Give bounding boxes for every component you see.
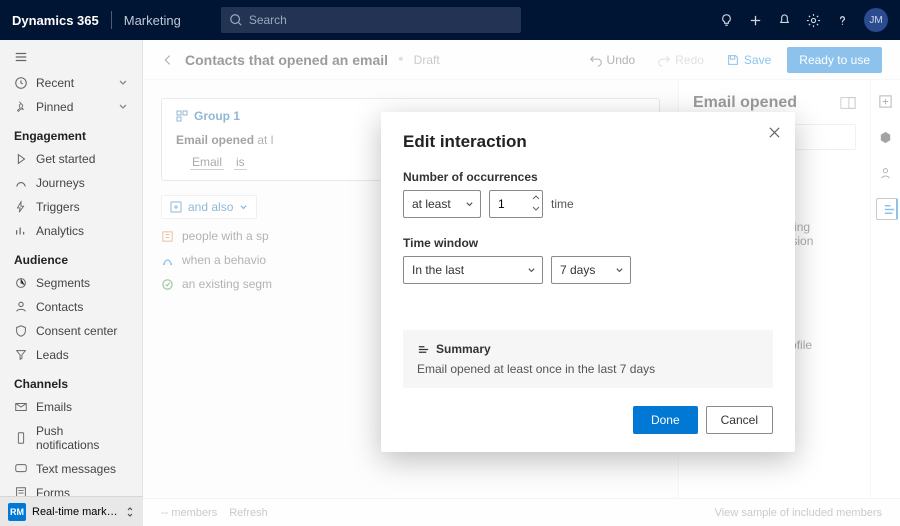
nav-pinned[interactable]: Pinned [0,95,142,119]
nav-label: Analytics [36,224,84,238]
chevron-down-icon [465,200,474,209]
nav-emails[interactable]: Emails [0,395,142,419]
chevron-down-icon [527,266,536,275]
summary-box: Summary Email opened at least once in th… [403,330,773,388]
nav-label: Recent [36,76,74,90]
bell-icon[interactable] [777,13,792,28]
modal-title: Edit interaction [403,132,773,152]
nav-recent[interactable]: Recent [0,71,142,95]
play-icon [14,152,28,166]
nav-consent[interactable]: Consent center [0,319,142,343]
lightbulb-icon[interactable] [719,13,734,28]
summary-icon [417,343,430,356]
global-search[interactable] [221,7,521,33]
cancel-button[interactable]: Cancel [706,406,773,434]
spin-up-icon[interactable] [532,193,540,203]
global-header: Dynamics 365 Marketing JM [0,0,900,40]
nav-heading-engagement: Engagement [0,119,142,147]
nav-get-started[interactable]: Get started [0,147,142,171]
person-icon [14,300,28,314]
done-button[interactable]: Done [633,406,698,434]
main-content: Contacts that opened an email • Draft Un… [143,40,900,526]
nav-triggers[interactable]: Triggers [0,195,142,219]
environment-picker[interactable]: RM Real-time marketi… [0,496,143,526]
nav-label: Text messages [36,462,116,476]
occurrences-label: Number of occurrences [403,170,773,184]
summary-text: Email opened at least once in the last 7… [417,362,759,376]
plus-icon[interactable] [748,13,763,28]
chevron-down-icon [615,266,624,275]
sms-icon [14,462,28,476]
edit-interaction-modal: Edit interaction Number of occurrences a… [381,112,795,452]
user-avatar[interactable]: JM [864,8,888,32]
nav-label: Leads [36,348,69,362]
close-icon[interactable] [768,126,781,139]
nav-label: Triggers [36,200,80,214]
nav-label: Journeys [36,176,85,190]
nav-journeys[interactable]: Journeys [0,171,142,195]
environment-name: Real-time marketi… [32,506,119,518]
nav-analytics[interactable]: Analytics [0,219,142,243]
trigger-icon [14,200,28,214]
chevron-down-icon [118,78,128,88]
brand-divider [111,11,112,29]
nav-label: Consent center [36,324,117,338]
nav-label: Emails [36,400,72,414]
left-nav: Recent Pinned Engagement Get started Jou… [0,40,143,526]
window-label: Time window [403,236,773,250]
gear-icon[interactable] [806,13,821,28]
journey-icon [14,176,28,190]
push-icon [14,431,28,445]
app-name: Marketing [124,13,181,28]
nav-label: Segments [36,276,90,290]
occurrences-operator-select[interactable]: at least [403,190,481,218]
global-search-input[interactable] [221,7,521,33]
spin-down-icon[interactable] [532,203,540,213]
nav-contacts[interactable]: Contacts [0,295,142,319]
leads-icon [14,348,28,362]
pin-icon [14,100,28,114]
window-value-select[interactable]: 7 days [551,256,631,284]
header-actions: JM [719,8,888,32]
nav-push[interactable]: Push notifications [0,419,142,457]
mail-icon [14,400,28,414]
nav-label: Push notifications [36,424,128,452]
search-icon [229,13,243,27]
nav-heading-channels: Channels [0,367,142,395]
nav-label: Pinned [36,100,73,114]
nav-label: Get started [36,152,95,166]
nav-heading-audience: Audience [0,243,142,271]
updown-icon [125,506,135,518]
nav-sms[interactable]: Text messages [0,457,142,481]
segment-icon [14,276,28,290]
window-mode-select[interactable]: In the last [403,256,543,284]
environment-badge: RM [8,503,26,521]
chart-icon [14,224,28,238]
help-icon[interactable] [835,13,850,28]
clock-icon [14,76,28,90]
occurrences-unit: time [551,197,574,211]
hamburger-icon[interactable] [14,50,28,64]
chevron-down-icon [118,102,128,112]
shield-icon [14,324,28,338]
nav-label: Contacts [36,300,83,314]
occurrences-value-input[interactable]: 1 [489,190,543,218]
brand-name: Dynamics 365 [12,13,99,28]
nav-segments[interactable]: Segments [0,271,142,295]
nav-leads[interactable]: Leads [0,343,142,367]
